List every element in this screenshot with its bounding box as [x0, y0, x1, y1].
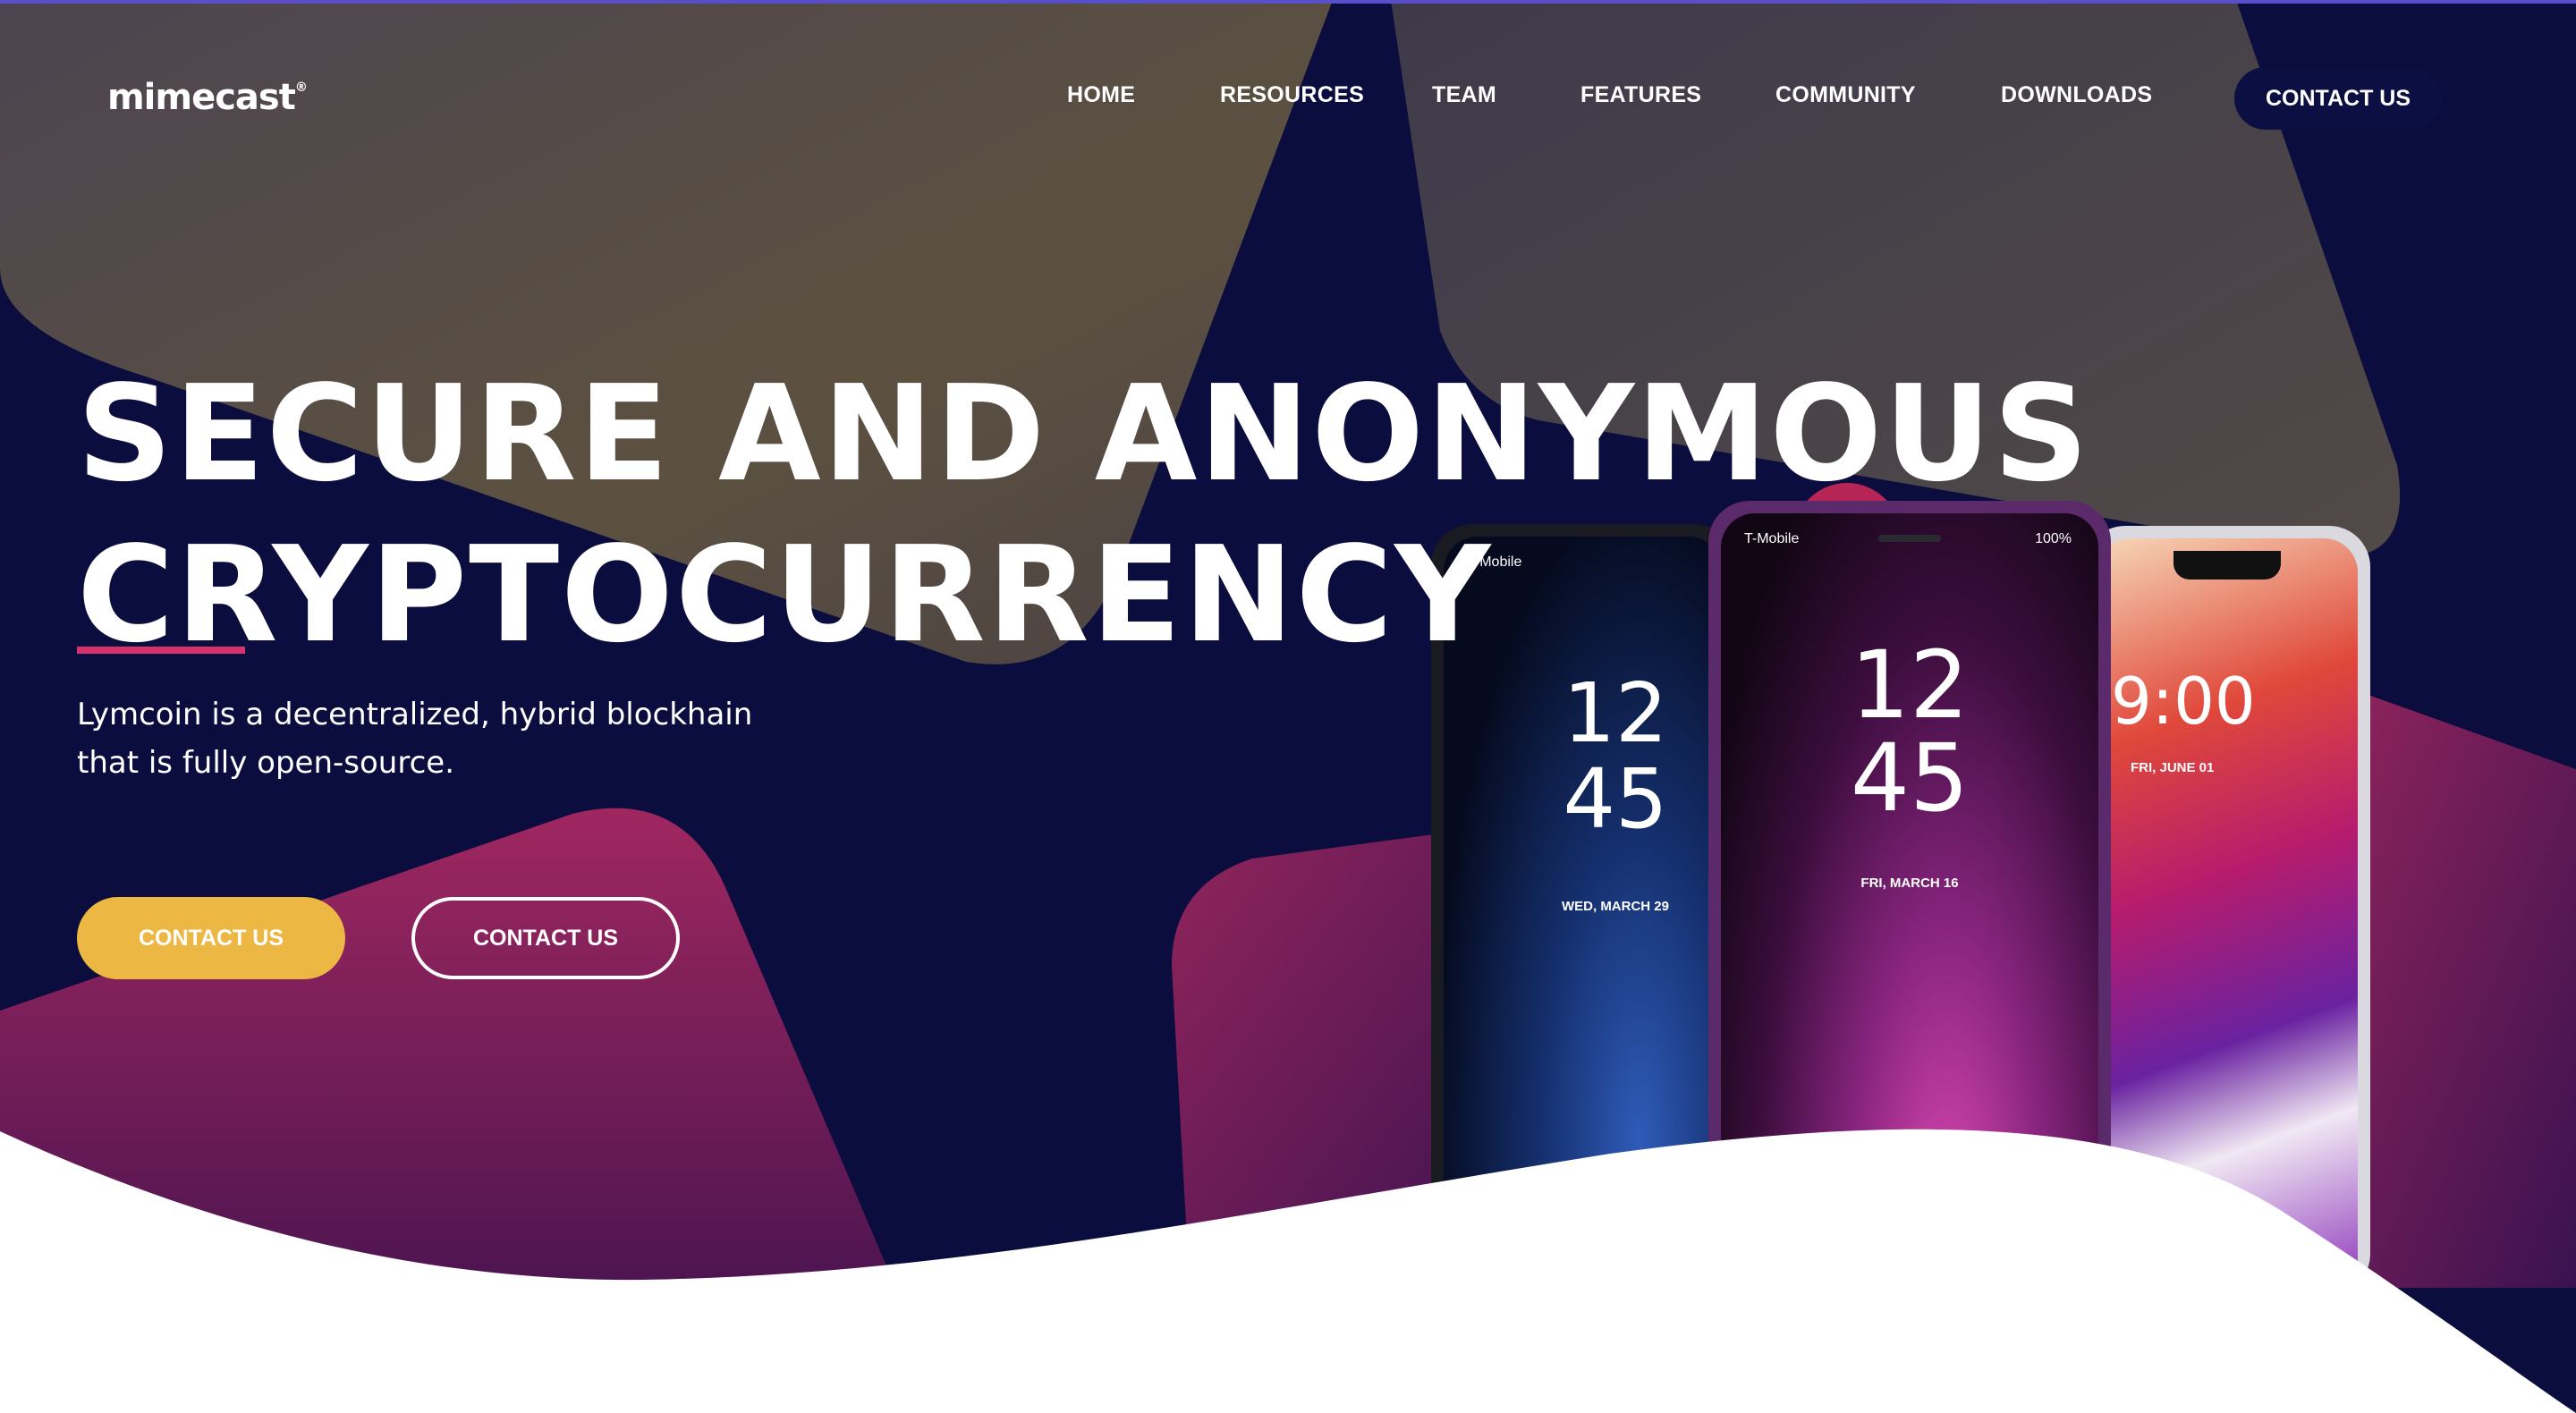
phone-left-hours: 12 — [1563, 665, 1668, 761]
phone-left-clock: 12 45 — [1544, 671, 1687, 842]
phone-center-minutes: 45 — [1850, 723, 1970, 833]
hero-primary-contact-button[interactable]: CONTACT US — [77, 897, 345, 979]
top-accent-line — [0, 0, 2576, 4]
phone-right-notch — [2174, 551, 2281, 580]
landing-page: mimecast® HOME RESOURCES TEAM FEATURES C… — [0, 0, 2576, 1413]
logo-text: mimecast — [107, 77, 296, 118]
nav-home[interactable]: HOME — [1067, 82, 1135, 108]
phone-right: 9:00 FRI, JUNE 01 — [2084, 526, 2370, 1295]
title-underline — [77, 647, 245, 654]
logo-mark: ® — [294, 80, 308, 95]
nav-features[interactable]: FEATURES — [1580, 82, 1701, 108]
nav-contact-button[interactable]: CONTACT US — [2234, 67, 2442, 130]
brand-logo[interactable]: mimecast® — [107, 77, 308, 118]
phone-right-date: FRI, JUNE 01 — [2131, 760, 2215, 775]
nav-downloads[interactable]: DOWNLOADS — [2001, 82, 2152, 108]
bg-shape-pink-left — [0, 808, 903, 1306]
nav-team[interactable]: TEAM — [1432, 82, 1496, 108]
hero-title: SECURE AND ANONYMOUS CRYPTOCURRENCY — [77, 353, 2090, 675]
hero-secondary-contact-button[interactable]: CONTACT US — [411, 897, 680, 979]
phone-left-date: WED, MARCH 29 — [1561, 899, 1669, 914]
nav-resources[interactable]: RESOURCES — [1220, 82, 1364, 108]
phone-right-screen: 9:00 FRI, JUNE 01 — [2097, 538, 2358, 1295]
phone-center-date: FRI, MARCH 16 — [1860, 876, 1959, 891]
phone-left-minutes: 45 — [1563, 751, 1668, 847]
nav-community[interactable]: COMMUNITY — [1775, 82, 1916, 108]
hero-title-line1: SECURE AND ANONYMOUS — [77, 357, 2090, 511]
hero-title-line2: CRYPTOCURRENCY — [77, 518, 1493, 672]
hero-subtitle: Lymcoin is a decentralized, hybrid block… — [77, 697, 753, 781]
phone-right-clock: 9:00 — [2111, 664, 2256, 739]
